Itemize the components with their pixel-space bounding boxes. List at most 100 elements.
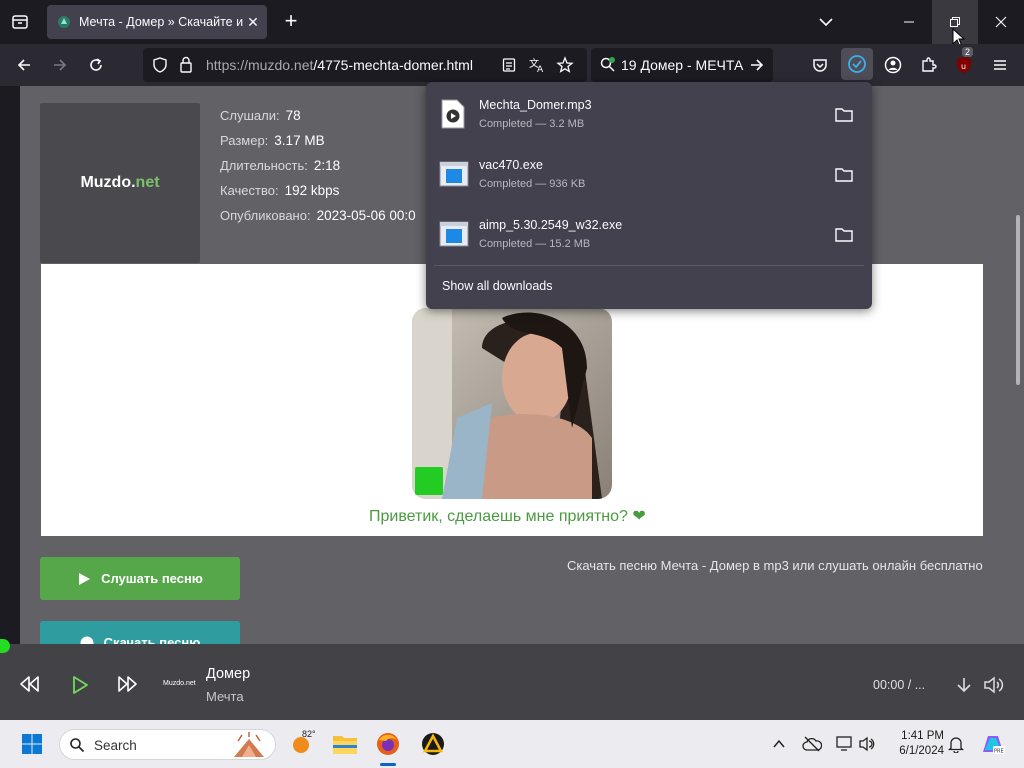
svg-text:PRE: PRE	[994, 749, 1004, 755]
player-time: 00:00 / ...	[873, 678, 926, 692]
meta-size: Размер: 3.17 MB	[220, 133, 325, 148]
file-explorer-icon[interactable]	[332, 732, 358, 756]
hamburger-menu-icon	[994, 60, 1006, 70]
minimize-button[interactable]	[886, 0, 932, 44]
copilot-icon[interactable]: PRE	[980, 732, 1006, 756]
account-button[interactable]	[881, 53, 905, 77]
meta-label: Слушали:	[220, 108, 280, 123]
aimp-icon[interactable]	[421, 732, 445, 756]
url-path: /4775-mechta-domer.html	[313, 57, 473, 73]
tab-active[interactable]: Мечта - Домер » Скачайте и с ✕	[47, 5, 267, 39]
url-bar[interactable]: https://muzdo.net/4775-mechta-domer.html…	[143, 48, 587, 82]
scrollbar-track[interactable]	[1004, 86, 1024, 644]
search-icon	[70, 738, 85, 753]
meta-value: 192 kbps	[284, 183, 340, 198]
menu-button[interactable]	[988, 53, 1012, 77]
search-placeholder: Search	[94, 738, 137, 753]
extensions-button[interactable]	[917, 53, 941, 77]
svg-text:A: A	[537, 65, 544, 74]
chevron-up-icon[interactable]	[772, 737, 786, 751]
tab-strip: Мечта - Домер » Скачайте и с ✕ +	[0, 0, 1024, 48]
minimize-icon	[904, 21, 914, 23]
close-window-button[interactable]	[978, 0, 1024, 44]
exe-file-icon	[439, 221, 469, 247]
go-arrow-icon[interactable]	[749, 57, 765, 73]
meta-duration: Длительность: 2:18	[220, 158, 340, 173]
notification-bell-icon[interactable]	[948, 735, 964, 753]
account-icon	[884, 56, 902, 74]
svg-text:u: u	[961, 62, 966, 71]
close-icon	[995, 16, 1007, 28]
download-item[interactable]: aimp_5.30.2549_w32.exe Completed — 15.2 …	[426, 202, 872, 260]
reload-button[interactable]	[84, 53, 108, 77]
download-filename: vac470.exe	[479, 158, 543, 172]
divider	[434, 265, 864, 266]
listen-button[interactable]: Слушать песню	[40, 557, 240, 600]
pocket-button[interactable]	[808, 53, 832, 77]
downloads-button[interactable]	[841, 48, 873, 80]
arrow-right-icon	[54, 59, 67, 71]
speaker-icon[interactable]	[858, 735, 876, 753]
meta-quality: Качество: 192 kbps	[220, 183, 339, 198]
back-button[interactable]	[12, 53, 36, 77]
translate-icon[interactable]: 文A	[528, 56, 546, 74]
arrow-left-icon	[17, 59, 30, 71]
puzzle-icon	[922, 57, 937, 72]
network-icon[interactable]	[835, 735, 853, 753]
download-item[interactable]: Mechta_Domer.mp3 Completed — 3.2 MB	[426, 82, 872, 140]
download-arrow-icon[interactable]	[955, 676, 973, 694]
windows-start-icon[interactable]	[21, 733, 43, 755]
new-tab-button[interactable]: +	[280, 10, 302, 34]
extension-badge: 2	[962, 47, 974, 57]
download-item[interactable]: vac470.exe Completed — 936 KB	[426, 142, 872, 200]
shield-extension-icon: u	[957, 57, 971, 73]
meta-label: Опубликовано:	[220, 208, 311, 223]
chevron-down-icon[interactable]	[816, 12, 836, 32]
taskbar-search[interactable]: Search	[59, 729, 276, 760]
meta-label: Размер:	[220, 133, 269, 148]
tab-list-button[interactable]	[8, 10, 32, 34]
download-filename: aimp_5.30.2549_w32.exe	[479, 218, 623, 232]
scrollbar-thumb[interactable]	[1016, 215, 1020, 385]
volume-icon[interactable]	[983, 675, 1005, 695]
lock-icon[interactable]	[179, 56, 193, 73]
tab-title: Мечта - Домер » Скачайте и с	[79, 15, 245, 29]
play-icon[interactable]	[70, 675, 90, 695]
meta-label: Длительность:	[220, 158, 308, 173]
site-logo-box[interactable]: Muzdo.net	[40, 103, 200, 263]
download-status: Completed — 3.2 MB	[479, 118, 585, 130]
folder-icon[interactable]	[834, 166, 854, 184]
tab-list-icon	[12, 15, 28, 29]
folder-icon[interactable]	[834, 226, 854, 244]
folder-icon[interactable]	[834, 106, 854, 124]
bookmark-star-icon[interactable]	[556, 56, 574, 74]
rewind-icon[interactable]	[18, 674, 42, 694]
reader-view-icon[interactable]	[501, 57, 517, 73]
firefox-icon[interactable]	[376, 732, 400, 756]
player-track-artist: Мечта	[206, 689, 244, 704]
download-status: Completed — 936 KB	[479, 178, 586, 190]
meta-published: Опубликовано: 2023-05-06 00:0	[220, 208, 416, 223]
exe-file-icon	[439, 161, 469, 187]
page-caption: Скачать песню Мечта - Домер в mp3 или сл…	[567, 558, 983, 573]
onedrive-icon[interactable]	[802, 735, 822, 753]
ad-caption[interactable]: Приветик, сделаешь мне приятно? ❤	[369, 506, 646, 526]
audio-file-icon	[441, 99, 465, 129]
ad-badge	[415, 467, 443, 495]
close-tab-icon[interactable]: ✕	[245, 14, 261, 30]
meta-value: 3.17 MB	[274, 133, 325, 148]
forward-button[interactable]	[48, 53, 72, 77]
taskbar-clock[interactable]: 1:41 PM 6/1/2024	[888, 729, 944, 759]
show-all-downloads-link[interactable]: Show all downloads	[442, 279, 553, 293]
tracking-protection-shield-icon[interactable]	[152, 57, 168, 73]
ublock-extension-button[interactable]: u 2	[952, 47, 976, 77]
active-app-indicator	[380, 763, 396, 766]
fast-forward-icon[interactable]	[115, 674, 139, 694]
download-status: Completed — 15.2 MB	[479, 238, 591, 250]
downloads-panel: Mechta_Domer.mp3 Completed — 3.2 MB vac4…	[426, 82, 872, 309]
clock-time: 1:41 PM	[901, 730, 944, 742]
search-text: 19 Домер - МЕЧТА	[621, 57, 744, 73]
play-icon	[79, 572, 91, 585]
logo-accent: net	[135, 174, 160, 191]
search-suggestion-box[interactable]: 19 Домер - МЕЧТА	[591, 48, 773, 82]
